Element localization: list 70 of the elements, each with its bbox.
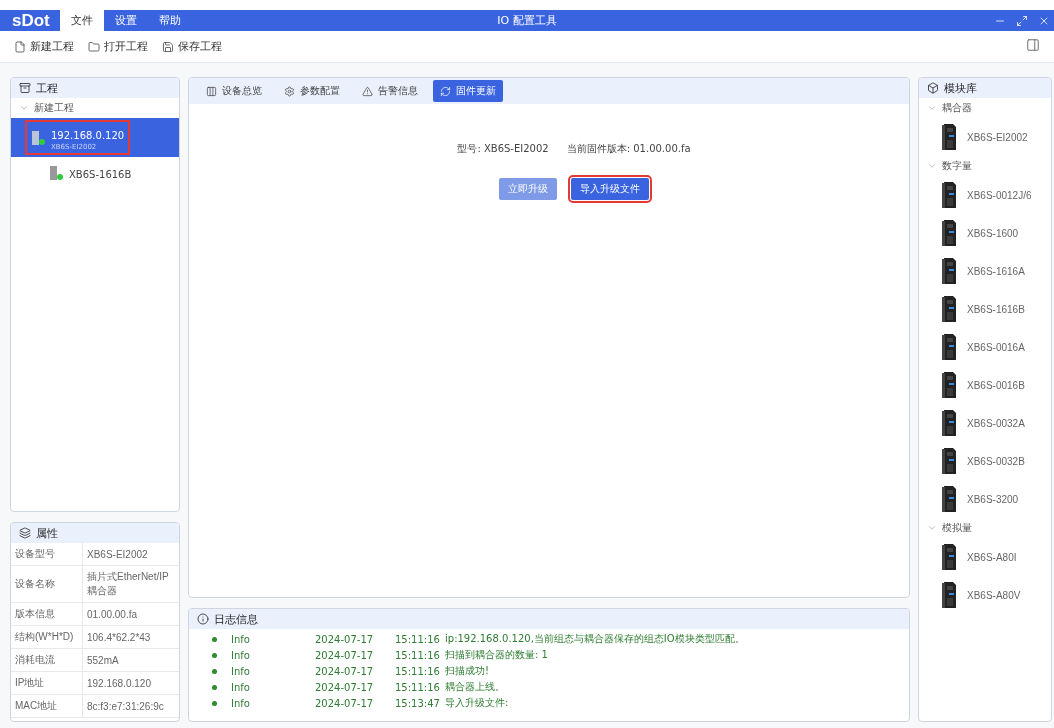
property-name: 结构(W*H*D)	[11, 626, 83, 649]
property-value: 192.168.0.120	[83, 672, 179, 695]
property-name: IP地址	[11, 672, 83, 695]
library-item[interactable]: XB6S-0032B	[919, 442, 1051, 480]
log-date: 2024-07-17	[315, 649, 375, 661]
toolbar-button[interactable]: 保存工程	[162, 39, 222, 54]
tab[interactable]: 固件更新	[433, 80, 503, 102]
log-time: 15:11:16	[395, 633, 441, 645]
log-date: 2024-07-17	[315, 697, 375, 709]
library-group[interactable]: 数字量	[919, 156, 1051, 176]
property-name: 设备型号	[11, 543, 83, 566]
library-group[interactable]: 耦合器	[919, 98, 1051, 118]
tab[interactable]: 参数配置	[277, 80, 347, 102]
library-group[interactable]: 模拟量	[919, 518, 1051, 538]
upgrade-button[interactable]: 导入升级文件	[571, 178, 649, 200]
window-title: IO 配置工具	[497, 13, 557, 28]
library-item[interactable]: XB6S-0032A	[919, 404, 1051, 442]
log-message: 耦合器上线。	[445, 680, 506, 694]
property-value: 552mA	[83, 649, 179, 672]
log-level: Info	[231, 633, 251, 645]
library-item[interactable]: XB6S-EI2002	[919, 118, 1051, 156]
library-item[interactable]: XB6S-1600	[919, 214, 1051, 252]
property-name: 设备名称	[11, 566, 83, 603]
panel-title: 工程	[36, 80, 58, 96]
logo: sDot	[12, 10, 50, 31]
log-time: 15:13:47	[395, 697, 441, 709]
property-value: XB6S-EI2002	[83, 543, 179, 566]
log-time: 15:11:16	[395, 681, 441, 693]
menu-tab[interactable]: 帮助	[147, 10, 192, 31]
property-name: 消耗电流	[11, 649, 83, 672]
tab[interactable]: 告警信息	[355, 80, 425, 102]
tab[interactable]: 设备总览	[199, 80, 269, 102]
log-date: 2024-07-17	[315, 681, 375, 693]
panel-title: 模块库	[944, 80, 977, 96]
library-item[interactable]: XB6S-3200	[919, 480, 1051, 518]
property-value: 插片式EtherNet/IP耦合器	[83, 566, 179, 603]
menu-tab[interactable]: 设置	[103, 10, 148, 31]
tree-item[interactable]: 新建工程	[11, 98, 179, 118]
property-name: MAC地址	[11, 695, 83, 718]
library-item[interactable]: XB6S-0012J/6	[919, 176, 1051, 214]
log-time: 15:11:16	[395, 665, 441, 677]
log-date: 2024-07-17	[315, 633, 375, 645]
library-item[interactable]: XB6S-1616A	[919, 252, 1051, 290]
toolbar-button[interactable]: 打开工程	[88, 39, 148, 54]
log-message: ip:192.168.0.120,当前组态与耦合器保存的组态IO模块类型匹配。	[445, 632, 746, 646]
library-item[interactable]: XB6S-1616B	[919, 290, 1051, 328]
tree-item[interactable]: XB6S-1616B	[11, 157, 179, 188]
log-date: 2024-07-17	[315, 665, 375, 677]
log-message: 扫描成功!	[445, 664, 490, 678]
library-item[interactable]: XB6S-0016B	[919, 366, 1051, 404]
log-level: Info	[231, 681, 251, 693]
log-time: 15:11:16	[395, 649, 441, 661]
model-text: 型号: XB6S-EI2002	[457, 142, 549, 156]
log-level: Info	[231, 649, 251, 661]
version-text: 当前固件版本: 01.00.00.fa	[566, 142, 691, 156]
property-value: 01.00.00.fa	[83, 603, 179, 626]
property-name: 版本信息	[11, 603, 83, 626]
library-item[interactable]: XB6S-A80I	[919, 538, 1051, 576]
log-message: 扫描到耦合器的数量: 1	[445, 648, 549, 662]
log-level: Info	[231, 697, 251, 709]
log-message: 导入升级文件:	[445, 696, 510, 710]
toolbar-button[interactable]: 新建工程	[14, 39, 74, 54]
panel-title: 日志信息	[214, 611, 258, 627]
property-value: 106.4*62.2*43	[83, 626, 179, 649]
menu-tab[interactable]: 文件	[59, 10, 104, 31]
log-level: Info	[231, 665, 251, 677]
property-value: 8c:f3:e7:31:26:9c	[83, 695, 179, 718]
library-item[interactable]: XB6S-A80V	[919, 576, 1051, 614]
panel-title: 属性	[36, 525, 58, 541]
library-item[interactable]: XB6S-0016A	[919, 328, 1051, 366]
